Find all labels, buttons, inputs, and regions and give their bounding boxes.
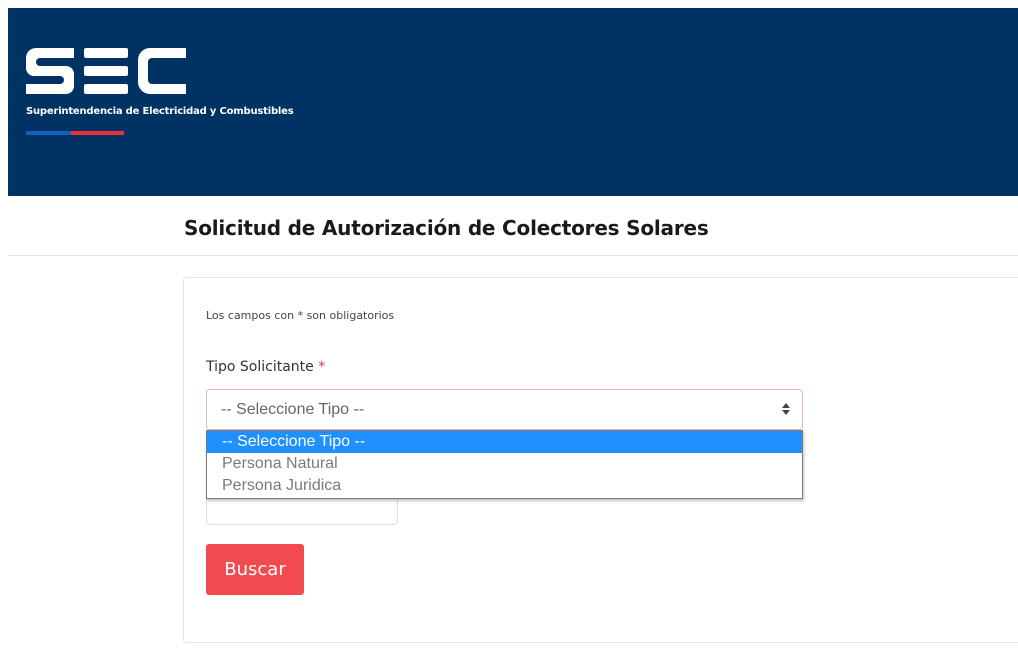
required-fields-note: Los campos con * son obligatorios <box>206 309 395 322</box>
tipo-solicitante-label: Tipo Solicitante * <box>206 359 325 375</box>
dropdown-option-persona-juridica[interactable]: Persona Juridica <box>207 475 802 497</box>
page: Superintendencia de Electricidad y Combu… <box>0 0 1018 652</box>
site-header: Superintendencia de Electricidad y Combu… <box>8 8 1018 196</box>
select-updown-arrow-icon <box>782 403 790 417</box>
tipo-solicitante-label-text: Tipo Solicitante <box>206 359 314 375</box>
buscar-button[interactable]: Buscar <box>206 544 304 595</box>
sec-logo-mark <box>26 48 186 94</box>
dropdown-option-seleccione[interactable]: -- Seleccione Tipo -- <box>207 431 802 453</box>
tipo-solicitante-dropdown: -- Seleccione Tipo -- Persona Natural Pe… <box>206 430 803 499</box>
logo-bar-blue <box>26 131 71 135</box>
logo-bar-red <box>71 131 124 135</box>
logo-tagline: Superintendencia de Electricidad y Combu… <box>26 106 294 117</box>
title-divider <box>8 255 1018 256</box>
page-title: Solicitud de Autorización de Colectores … <box>184 216 709 240</box>
logo-flag-bar <box>26 131 124 135</box>
select-current-value: -- Seleccione Tipo -- <box>221 401 365 418</box>
tipo-solicitante-select[interactable]: -- Seleccione Tipo -- <box>206 389 803 430</box>
dropdown-option-persona-natural[interactable]: Persona Natural <box>207 453 802 475</box>
required-asterisk: * <box>318 359 326 375</box>
